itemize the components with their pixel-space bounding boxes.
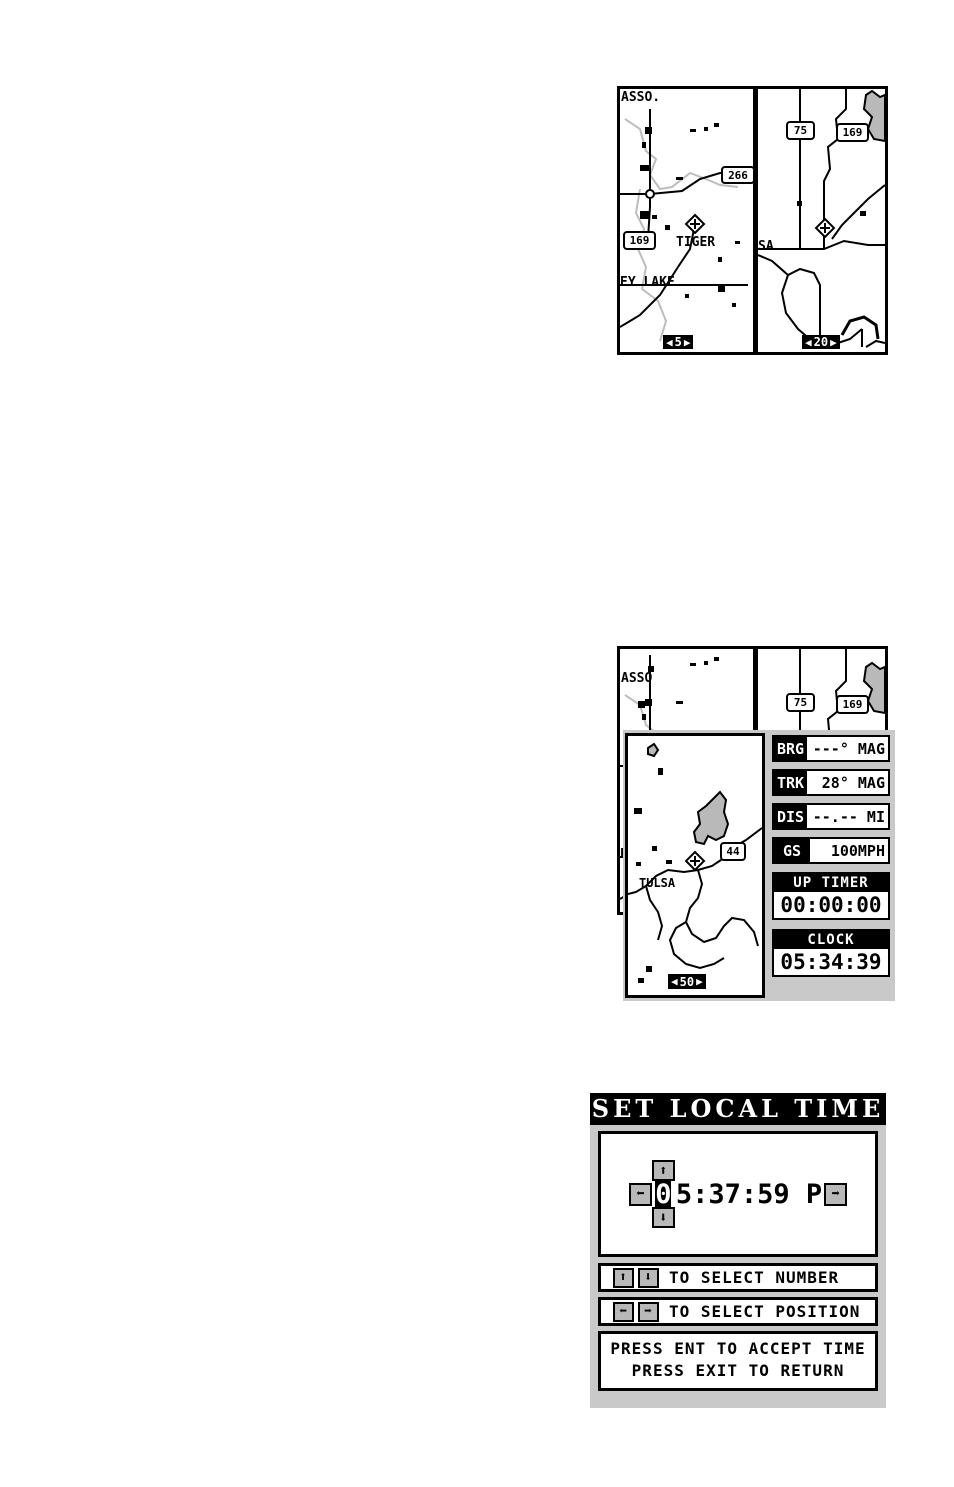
instruction-row-select-number: ⬆ ⬇ TO SELECT NUMBER [598, 1263, 878, 1292]
scale-left-arrow-icon: ◀ [666, 335, 673, 349]
scale-left-arrow-icon: ◀ [671, 975, 678, 988]
data-field-dis-label: DIS [774, 805, 808, 828]
right-arrow-button[interactable]: ➡ [824, 1182, 848, 1206]
digit-spinner-column: ⬆ 0 ⬇ [651, 1160, 675, 1228]
data-field-brg-label: BRG [774, 737, 808, 760]
map-scale-bar: ◀ 50 ▶ [668, 974, 706, 989]
scale-left-arrow-icon: ◀ [805, 335, 812, 349]
selected-digit[interactable]: 0 [655, 1178, 672, 1210]
clock-header: CLOCK [774, 931, 888, 949]
data-field-brg-value: ---° MAG [807, 737, 888, 760]
data-field-brg[interactable]: BRG ---° MAG [772, 735, 890, 762]
scale-value: 50 [679, 974, 695, 989]
set-local-time-footer: PRESS ENT TO ACCEPT TIME PRESS EXIT TO R… [598, 1331, 878, 1391]
left-arrow-button[interactable]: ⬅ [628, 1182, 652, 1206]
clock-value: 05:34:39 [774, 949, 888, 975]
map-label-asso: ASSO [621, 671, 653, 686]
left-arrow-icon: ⬅ [613, 1301, 634, 1322]
highway-shield-169-right: 169 [836, 123, 869, 142]
up-timer-field[interactable]: UP TIMER 00:00:00 [772, 872, 890, 920]
set-local-time-title: SET LOCAL TIME [590, 1093, 886, 1125]
map-label-asso: ASSO. [621, 90, 661, 105]
instruction-label-select-position: TO SELECT POSITION [669, 1302, 861, 1321]
clock-field[interactable]: CLOCK 05:34:39 [772, 929, 890, 977]
data-field-trk[interactable]: TRK 28° MAG [772, 769, 890, 796]
data-field-dis-value: --.-- MI [807, 805, 888, 828]
time-spinner: ⬅ ⬆ 0 ⬇ 5:37:59 P ➡ [601, 1160, 875, 1228]
footer-line-1: PRESS ENT TO ACCEPT TIME [610, 1339, 866, 1358]
up-timer-value: 00:00:00 [774, 892, 888, 918]
instruction-label-select-number: TO SELECT NUMBER [669, 1268, 840, 1287]
data-field-trk-label: TRK [774, 771, 808, 794]
highway-shield-75: 75 [786, 121, 815, 140]
set-local-time-screen: SET LOCAL TIME ⬅ ⬆ 0 ⬇ 5:37:59 P ➡ ⬆ ⬇ T… [590, 1093, 886, 1408]
right-arrow-icon: ➡ [638, 1301, 659, 1322]
time-editor-box: ⬅ ⬆ 0 ⬇ 5:37:59 P ➡ [598, 1131, 878, 1257]
nav-data-map[interactable]: TULSA 44 ◀ 50 ▶ [625, 733, 765, 998]
data-field-gs-value: 100MPH [810, 839, 888, 862]
up-timer-header: UP TIMER [774, 874, 888, 892]
map-label-tiger: TIGER [676, 235, 716, 250]
data-field-dis[interactable]: DIS --.-- MI [772, 803, 890, 830]
instruction-row-select-position: ⬅ ➡ TO SELECT POSITION [598, 1297, 878, 1326]
down-arrow-icon: ⬇ [638, 1267, 659, 1288]
map-label-ey-lake: EY LAKE [620, 275, 675, 290]
map-scale-bar-left: ◀ 5 ▶ [663, 335, 694, 349]
highway-shield-169-right: 169 [836, 695, 869, 714]
highway-shield-44: 44 [720, 842, 746, 861]
split-map-right-map[interactable]: SA 75 169 ◀ 20 ▶ [758, 89, 885, 352]
footer-line-2: PRESS EXIT TO RETURN [631, 1361, 845, 1380]
highway-shield-266: 266 [721, 166, 753, 184]
split-map-screen: ASSO. TIGER EY LAKE 266 169 ◀ 5 ▶ SA 75 … [617, 86, 888, 355]
nav-data-field-column: BRG ---° MAG TRK 28° MAG DIS --.-- MI GS… [767, 730, 895, 1001]
nav-data-screen: TULSA 44 ◀ 50 ▶ BRG ---° MAG TRK 28° MAG… [623, 730, 895, 1001]
split-map-left-map[interactable]: ASSO. TIGER EY LAKE 266 169 ◀ 5 ▶ [620, 89, 753, 352]
scale-right-arrow-icon: ▶ [696, 975, 703, 988]
map-label-sa: SA [758, 239, 774, 254]
data-field-gs-label: GS [774, 839, 810, 862]
data-field-gs[interactable]: GS 100MPH [772, 837, 890, 864]
scale-value: 5 [674, 335, 682, 349]
data-field-trk-value: 28° MAG [807, 771, 888, 794]
up-arrow-button[interactable]: ⬆ [651, 1160, 675, 1181]
up-arrow-icon: ⬆ [613, 1267, 634, 1288]
map-scale-bar-right: ◀ 20 ▶ [802, 335, 840, 349]
scale-value: 20 [813, 335, 829, 349]
down-arrow-button[interactable]: ⬇ [651, 1207, 675, 1228]
scale-right-arrow-icon: ▶ [683, 335, 691, 349]
selected-digit-value: 0 [655, 1178, 672, 1210]
map-label-tulsa: TULSA [639, 876, 676, 890]
time-value-rest[interactable]: 5:37:59 P [676, 1181, 822, 1208]
highway-shield-169: 169 [623, 231, 656, 250]
scale-right-arrow-icon: ▶ [830, 335, 837, 349]
highway-shield-75: 75 [786, 693, 815, 712]
